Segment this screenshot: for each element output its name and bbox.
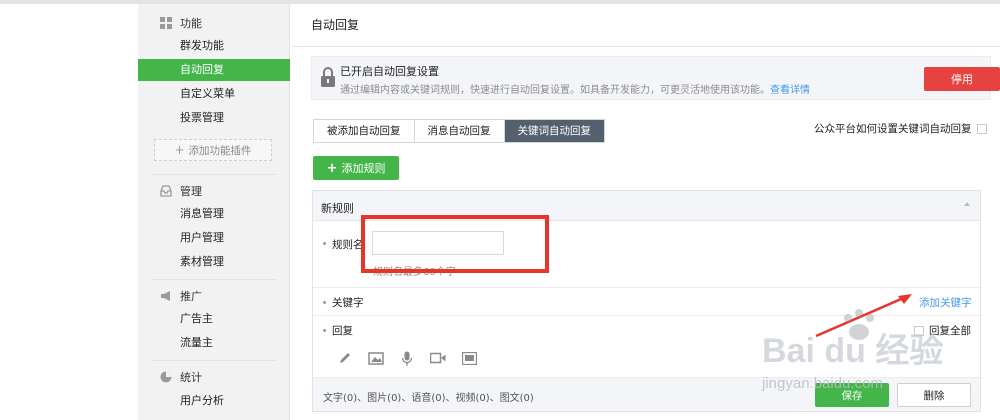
reply-type-tabs: 被添加自动回复 消息自动回复 关键词自动回复: [313, 119, 605, 143]
bullet-icon: [323, 242, 326, 245]
lock-icon: [320, 66, 336, 88]
sidebar-item-voting[interactable]: 投票管理: [138, 107, 290, 129]
field-divider: [313, 287, 980, 288]
rule-name-label: 规则名: [332, 239, 364, 251]
tab-keyword-reply[interactable]: 关键词自动回复: [504, 120, 604, 142]
sidebar-group-label: 管理: [180, 185, 202, 198]
reply-toolbar: [337, 351, 477, 365]
title-divider: [291, 46, 1000, 47]
image-icon[interactable]: [368, 351, 384, 365]
keyword-label: 关键字: [332, 297, 364, 309]
sidebar-item-user-analysis[interactable]: 用户分析: [138, 390, 290, 412]
watermark-url: jingyan.baidu.com: [761, 375, 883, 392]
reply-stats: 文字(0)、图片(0)、语音(0)、视频(0)、图文(0): [323, 393, 534, 404]
sidebar-divider: [152, 279, 276, 280]
pie-chart-icon: [160, 371, 172, 383]
notice-banner: 已开启自动回复设置 通过编辑内容或关键词规则，快速进行自动回复设置。如具备开发能…: [311, 56, 1000, 100]
plus-icon: +: [326, 160, 338, 176]
help-text: 公众平台如何设置关键词自动回复: [814, 123, 972, 135]
video-icon[interactable]: [430, 351, 446, 365]
inbox-icon: [160, 185, 172, 197]
add-rule-button[interactable]: + 添加规则: [313, 156, 399, 180]
bullet-icon: [323, 301, 326, 304]
add-plugin-label: 添加功能插件: [188, 144, 252, 157]
sidebar-item-advertiser[interactable]: 广告主: [138, 308, 290, 330]
sidebar-item-materials[interactable]: 素材管理: [138, 251, 290, 273]
microphone-icon[interactable]: [399, 351, 415, 365]
notice-description: 通过编辑内容或关键词规则，快速进行自动回复设置。如具备开发能力，可更灵活地使用该…: [340, 81, 810, 96]
tab-message-reply[interactable]: 消息自动回复: [414, 120, 505, 142]
help-link[interactable]: 公众平台如何设置关键词自动回复: [814, 121, 987, 136]
disable-button[interactable]: 停用: [924, 67, 1000, 91]
collapse-icon[interactable]: [964, 202, 970, 206]
grid-icon: [160, 17, 172, 29]
add-plugin-button[interactable]: + 添加功能插件: [154, 139, 272, 161]
sidebar-group-label: 推广: [180, 290, 202, 303]
plus-icon: +: [174, 143, 185, 157]
reply-label: 回复: [332, 325, 353, 337]
sidebar-group-features: 功能: [138, 13, 290, 33]
sidebar-item-users[interactable]: 用户管理: [138, 227, 290, 249]
help-checkbox[interactable]: [976, 123, 987, 134]
megaphone-icon: [160, 290, 172, 302]
watermark-brand: Bai du 经验: [762, 331, 943, 370]
details-link[interactable]: 查看详情: [770, 85, 810, 96]
sidebar: 功能 群发功能 自动回复 自定义菜单 投票管理 + 添加功能插件 管理 消息管理…: [138, 4, 290, 420]
sidebar-divider: [152, 174, 276, 175]
pencil-icon[interactable]: [337, 351, 353, 365]
rule-header-title: 新规则: [321, 202, 354, 215]
sidebar-group-management: 管理: [138, 181, 290, 201]
sidebar-item-mass-send[interactable]: 群发功能: [138, 35, 290, 57]
page-title: 自动回复: [311, 18, 360, 32]
sidebar-item-publisher[interactable]: 流量主: [138, 332, 290, 354]
news-icon[interactable]: [461, 351, 477, 365]
sidebar-divider: [152, 360, 276, 361]
left-gutter: [0, 4, 138, 420]
sidebar-group-label: 统计: [180, 371, 202, 384]
sidebar-group-label: 功能: [180, 17, 202, 30]
sidebar-item-messages[interactable]: 消息管理: [138, 203, 290, 225]
sidebar-item-auto-reply[interactable]: 自动回复: [138, 59, 290, 81]
notice-title: 已开启自动回复设置: [340, 65, 439, 78]
highlight-box: [361, 215, 549, 273]
sidebar-group-promotion: 推广: [138, 286, 290, 306]
bullet-icon: [323, 329, 326, 332]
sidebar-group-statistics: 统计: [138, 367, 290, 387]
tab-added-reply[interactable]: 被添加自动回复: [314, 120, 415, 142]
sidebar-item-custom-menu[interactable]: 自定义菜单: [138, 83, 290, 105]
notice-text: 通过编辑内容或关键词规则，快速进行自动回复设置。如具备开发能力，可更灵活地使用该…: [340, 85, 770, 96]
baidu-watermark: Bai du 经验 jingyan.baidu.com: [761, 309, 943, 392]
add-rule-label: 添加规则: [341, 162, 386, 175]
